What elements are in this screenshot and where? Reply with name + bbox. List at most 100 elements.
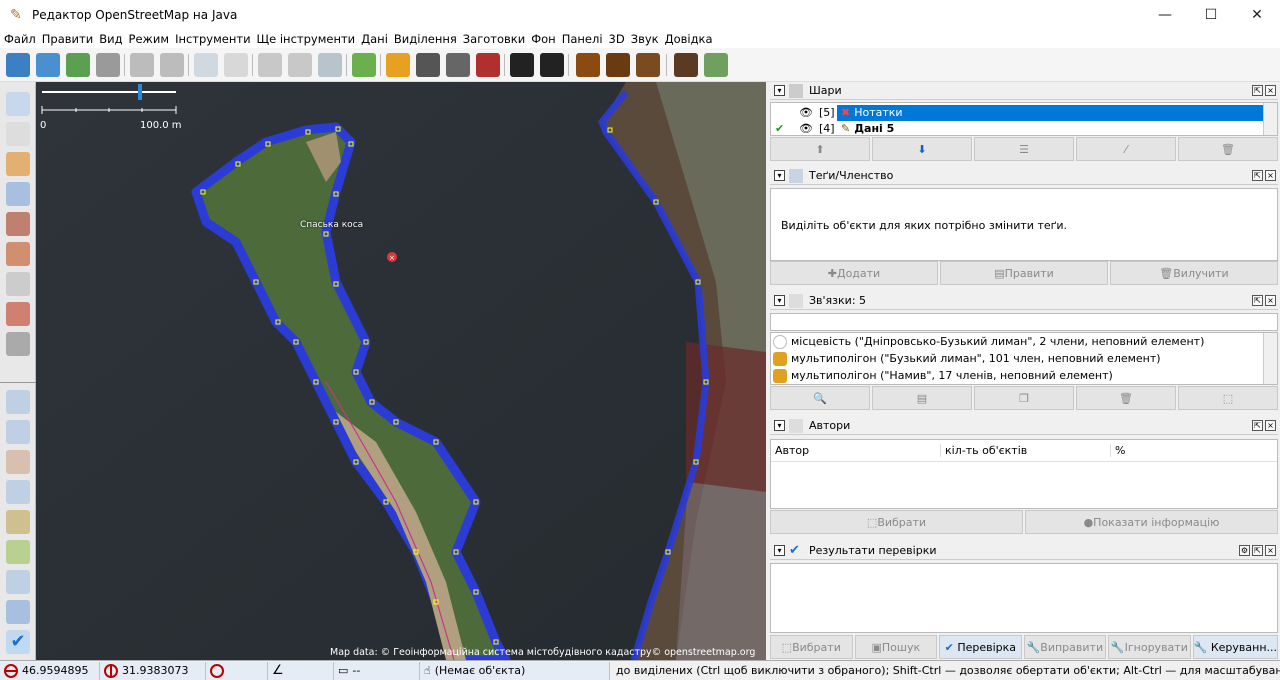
menu-selection[interactable]: Виділення (394, 32, 457, 46)
menu-help[interactable]: Довідка (665, 32, 713, 46)
collapse-validation-icon[interactable]: ▾ (774, 545, 785, 556)
select-author-button[interactable]: ⬚ Вибрати (770, 510, 1023, 534)
menu-windows[interactable]: Панелі (562, 32, 603, 46)
close-authors-icon[interactable]: × (1265, 420, 1276, 431)
detach-authors-icon[interactable]: ⇱ (1252, 420, 1263, 431)
layer-row-data[interactable]: ✔ 👁 [4] ✎ Дані 5 (771, 120, 1263, 135)
show-hide-button[interactable]: ⁄ (1076, 137, 1176, 161)
collapse-relations-icon[interactable]: ▾ (774, 295, 785, 306)
road-icon[interactable] (386, 53, 410, 77)
collapse-authors-icon[interactable]: ▾ (774, 420, 785, 431)
relations-scrollbar[interactable] (1263, 333, 1277, 384)
visibility-eye-icon[interactable]: 👁 (771, 106, 819, 119)
car-icon[interactable] (510, 53, 534, 77)
detach-layers-icon[interactable]: ⇱ (1252, 85, 1263, 96)
menu-data[interactable]: Дані (361, 32, 388, 46)
combine-way-icon[interactable] (288, 53, 312, 77)
open-location-icon[interactable] (36, 53, 60, 77)
preferences-icon[interactable] (194, 53, 218, 77)
improve-way-icon[interactable] (6, 242, 30, 266)
menu-audio[interactable]: Звук (631, 32, 659, 46)
zoom-relation-button[interactable]: 🔍 (770, 386, 870, 410)
zoom-tool-icon[interactable] (6, 182, 30, 206)
duplicate-relation-button[interactable]: ❐ (974, 386, 1074, 410)
fix-button[interactable]: 🔧 Виправити (1023, 635, 1107, 659)
menu-mode[interactable]: Режим (129, 32, 170, 46)
validate-button[interactable]: ✔ Перевірка (939, 635, 1022, 659)
tags-toggle-icon[interactable] (6, 420, 30, 444)
selection-toggle-icon[interactable] (6, 480, 30, 504)
edit-tag-button[interactable]: ▤ Правити (940, 261, 1108, 285)
relations-filter-input[interactable] (770, 313, 1278, 331)
layers-panel-header[interactable]: ▾ Шари ⇱ × (770, 82, 1278, 100)
relation-row[interactable]: мультиполігон ("Намив", 17 членів, непов… (771, 367, 1277, 384)
layers-toggle-icon[interactable] (6, 390, 30, 414)
count-column-header[interactable]: кіл-ть об'єктів (941, 444, 1111, 457)
validator-toggle-icon[interactable]: ✔ (6, 630, 30, 654)
castle-icon[interactable] (636, 53, 660, 77)
lasso-tool-icon[interactable] (6, 122, 30, 146)
validation-lookup-button[interactable]: ▣ Пошук (854, 635, 938, 659)
redo-icon[interactable] (160, 53, 184, 77)
landuse-icon[interactable] (352, 53, 376, 77)
delete-relation-button[interactable]: 🗑 (1076, 386, 1176, 410)
ignore-button[interactable]: 🔧 Ігнорувати (1108, 635, 1191, 659)
relation-row[interactable]: мультиполігон ("Бузький лиман", 101 член… (771, 350, 1277, 367)
filter-toggle-icon[interactable] (6, 570, 30, 594)
industrial-icon[interactable] (674, 53, 698, 77)
info-icon[interactable] (224, 53, 248, 77)
menu-presets[interactable]: Заготовки (463, 32, 525, 46)
bus-icon[interactable] (540, 53, 564, 77)
close-validation-icon[interactable]: × (1265, 545, 1276, 556)
relations-toggle-icon[interactable] (6, 450, 30, 474)
validation-select-button[interactable]: ⬚ Вибрати (770, 635, 853, 659)
restaurant-icon[interactable] (606, 53, 630, 77)
menu-more-tools[interactable]: Ще інструменти (257, 32, 356, 46)
move-down-button[interactable]: ⬇ (872, 137, 972, 161)
select-tool-icon[interactable] (6, 92, 30, 116)
extrude-icon[interactable] (6, 302, 30, 326)
close-layers-icon[interactable]: × (1265, 85, 1276, 96)
undo-icon[interactable] (130, 53, 154, 77)
delete-tool-icon[interactable] (6, 212, 30, 236)
close-button[interactable]: ✕ (1234, 0, 1280, 30)
menu-edit[interactable]: Правити (42, 32, 93, 46)
move-up-button[interactable]: ⬆ (770, 137, 870, 161)
parallel-way-icon[interactable] (6, 272, 30, 296)
building-icon[interactable] (476, 53, 500, 77)
authors-toggle-icon[interactable] (6, 510, 30, 534)
visibility-eye-icon[interactable]: 👁 (785, 122, 819, 135)
building-tool-icon[interactable] (6, 332, 30, 356)
conflict-toggle-icon[interactable] (6, 600, 30, 624)
add-tag-button[interactable]: ✚ Додати (770, 261, 938, 285)
menu-tools[interactable]: Інструменти (175, 32, 250, 46)
layer-row-notes[interactable]: 👁 [5] ✖ Нотатки (771, 104, 1263, 121)
track-icon[interactable] (416, 53, 440, 77)
close-tags-icon[interactable]: × (1265, 170, 1276, 181)
select-relation-button[interactable]: ⬚ (1178, 386, 1278, 410)
history-toggle-icon[interactable] (6, 540, 30, 564)
split-way-icon[interactable] (258, 53, 282, 77)
percent-column-header[interactable]: % (1111, 444, 1277, 457)
detach-validation-icon[interactable]: ⇱ (1252, 545, 1263, 556)
detach-tags-icon[interactable]: ⇱ (1252, 170, 1263, 181)
close-relations-icon[interactable]: × (1265, 295, 1276, 306)
manage-ignore-button[interactable]: 🔧 Керуванн... (1192, 635, 1279, 659)
authors-panel-header[interactable]: ▾ Автори ⇱ × (770, 417, 1278, 435)
collapse-tags-icon[interactable]: ▾ (774, 170, 785, 181)
tags-panel-header[interactable]: ▾ Теґи/Членство ⇱ × (770, 167, 1278, 185)
upload-icon[interactable] (96, 53, 120, 77)
path-icon[interactable] (446, 53, 470, 77)
relation-row[interactable]: місцевість ("Дніпровсько-Бузький лиман",… (771, 333, 1277, 350)
delete-tag-button[interactable]: 🗑 Вилучити (1110, 261, 1278, 285)
validation-settings-icon[interactable]: ⚙ (1239, 545, 1250, 556)
relations-panel-header[interactable]: ▾ Зв'язки: 5 ⇱ × (770, 292, 1278, 310)
layers-scrollbar[interactable] (1263, 103, 1277, 135)
author-column-header[interactable]: Автор (771, 444, 941, 457)
map-view[interactable]: × 0 100.0 m Спаська коса Map data: © Гео… (36, 82, 766, 660)
show-info-button[interactable]: ● Показати інформацію (1025, 510, 1278, 534)
warning-icon[interactable] (576, 53, 600, 77)
open-file-icon[interactable] (6, 53, 30, 77)
menu-view[interactable]: Вид (99, 32, 122, 46)
collapse-layers-icon[interactable]: ▾ (774, 85, 785, 96)
